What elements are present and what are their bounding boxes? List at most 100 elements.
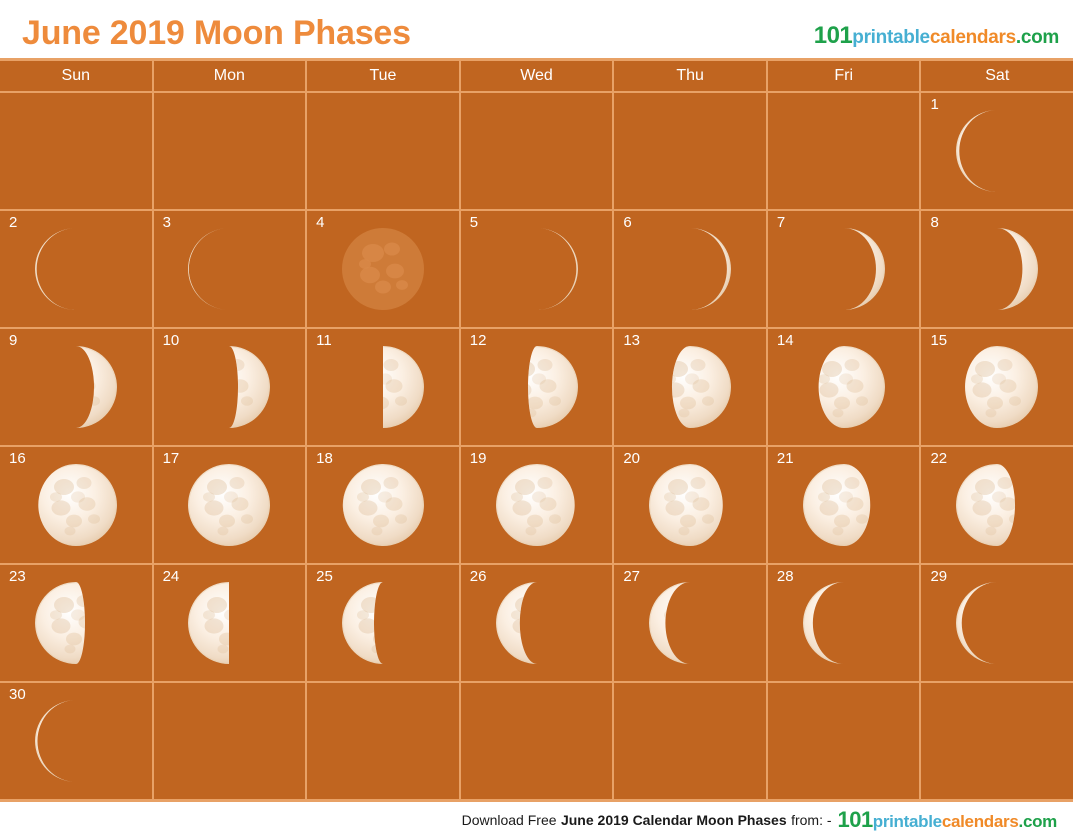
day-number: 1	[930, 96, 939, 113]
weekday-header-cell: Fri	[768, 61, 922, 91]
weekday-label-thu: Thu	[676, 67, 704, 84]
moon-phase-icon-waxing-crescent	[644, 223, 736, 315]
day-number: 4	[316, 214, 325, 231]
moon-phase-icon-last-quarter	[337, 577, 429, 669]
page-footer: Download Free June 2019 Calendar Moon Ph…	[0, 802, 1073, 838]
calendar-day-cell-empty	[0, 93, 154, 209]
moon-phase-icon-waxing-gibbous	[644, 341, 736, 433]
footer-emphasis: June 2019 Calendar Moon Phases	[560, 812, 787, 828]
weekday-header-cell: Wed	[461, 61, 615, 91]
calendar-day-cell-2[interactable]: 2	[0, 211, 154, 327]
weekday-label-fri: Fri	[834, 67, 853, 84]
calendar-day-cell-13[interactable]: 13	[614, 329, 768, 445]
day-number: 13	[623, 332, 640, 349]
day-number: 8	[930, 214, 939, 231]
day-number: 26	[469, 568, 487, 585]
calendar-day-cell-7[interactable]: 7	[768, 211, 922, 327]
day-number: 12	[469, 332, 487, 349]
weekday-header-cell: Thu	[614, 61, 768, 91]
calendar-day-cell-14[interactable]: 14	[768, 329, 922, 445]
calendar-day-cell-empty	[768, 93, 922, 209]
calendar-day-cell-1[interactable]: 1	[921, 93, 1073, 209]
moon-phase-icon-waxing-crescent	[798, 223, 890, 315]
calendar-day-cell-18[interactable]: 18	[307, 447, 461, 563]
calendar-day-cell-empty	[307, 93, 461, 209]
calendar-day-cell-10[interactable]: 10	[154, 329, 308, 445]
day-number: 7	[776, 214, 786, 231]
day-number: 27	[623, 568, 640, 585]
calendar-day-cell-23[interactable]: 23	[0, 565, 154, 681]
day-number: 30	[9, 686, 26, 703]
calendar-day-cell-5[interactable]: 5	[461, 211, 615, 327]
moon-phase-icon-waning-gibbous	[644, 459, 736, 551]
day-number: 3	[162, 214, 171, 231]
moon-phase-icon-waning-gibbous	[951, 459, 1043, 551]
page-title: June 2019 Moon Phases	[22, 14, 411, 52]
calendar-day-cell-21[interactable]: 21	[768, 447, 922, 563]
day-number: 11	[316, 332, 332, 349]
calendar-day-cell-27[interactable]: 27	[614, 565, 768, 681]
calendar-day-cell-11[interactable]: 11	[307, 329, 461, 445]
day-number: 23	[9, 568, 26, 585]
moon-phase-icon-waning-crescent	[951, 105, 1043, 197]
calendar-day-cell-8[interactable]: 8	[921, 211, 1073, 327]
day-number: 15	[930, 332, 948, 349]
moon-phase-icon-first-quarter	[337, 341, 429, 433]
brand-printable: printable	[852, 27, 930, 48]
brand-logo[interactable]: 101 printable calendars .com	[814, 24, 1060, 54]
calendar-day-cell-20[interactable]: 20	[614, 447, 768, 563]
calendar-weeks: 1 2 3 4 5 6 7 8 9 10 11 12 13 14 15 16 17 18 19 20 21 22 23 24 2…	[0, 93, 1073, 802]
calendar-week-row: 9 10 11 12 13 14 15	[0, 329, 1073, 447]
calendar-day-cell-6[interactable]: 6	[614, 211, 768, 327]
calendar-day-cell-19[interactable]: 19	[461, 447, 615, 563]
calendar-day-cell-29[interactable]: 29	[921, 565, 1073, 681]
calendar-week-row: 1	[0, 93, 1073, 211]
moon-phase-icon-last-quarter	[183, 577, 275, 669]
footer-suffix: from: -	[791, 812, 832, 828]
moon-phase-icon-waxing-crescent	[491, 223, 583, 315]
moon-phase-icon-waxing-gibbous	[951, 341, 1043, 433]
moon-phase-icon-waning-crescent	[30, 223, 122, 315]
day-number: 21	[776, 450, 794, 467]
calendar-day-cell-22[interactable]: 22	[921, 447, 1073, 563]
calendar-day-cell-empty	[307, 683, 461, 799]
calendar-day-cell-9[interactable]: 9	[0, 329, 154, 445]
footer-brand-logo[interactable]: 101 printable calendars .com	[837, 807, 1058, 832]
calendar-week-row: 23 24 25 26 27 28 29	[0, 565, 1073, 683]
moon-phase-icon-waning-crescent	[798, 577, 890, 669]
footer-brand-101: 101	[837, 807, 874, 832]
moon-phase-icon-waning-crescent	[30, 695, 122, 787]
moon-phase-icon-waxing-crescent	[951, 223, 1043, 315]
footer-brand-printable: printable	[872, 812, 942, 831]
day-number: 25	[316, 568, 333, 585]
moon-phase-icon-waxing-crescent	[30, 341, 122, 433]
weekday-label-wed: Wed	[520, 67, 553, 84]
calendar-day-cell-24[interactable]: 24	[154, 565, 308, 681]
moon-phase-icon-full-moon	[183, 459, 275, 551]
day-number: 10	[162, 332, 180, 349]
calendar-week-row: 30	[0, 683, 1073, 802]
weekday-label-sat: Sat	[985, 67, 1010, 84]
day-number: 9	[9, 332, 18, 349]
moon-phase-icon-waning-gibbous	[30, 577, 122, 669]
calendar-day-cell-25[interactable]: 25	[307, 565, 461, 681]
calendar-day-cell-15[interactable]: 15	[921, 329, 1073, 445]
moon-phase-icon-waning-crescent	[491, 577, 583, 669]
calendar-week-row: 16 17 18 19 20 21 22	[0, 447, 1073, 565]
calendar-day-cell-28[interactable]: 28	[768, 565, 922, 681]
footer-brand-dotcom: .com	[1018, 812, 1058, 831]
calendar-day-cell-17[interactable]: 17	[154, 447, 308, 563]
moon-phase-icon-full-moon	[337, 459, 429, 551]
moon-phase-icon-waning-gibbous	[798, 459, 890, 551]
calendar-day-cell-26[interactable]: 26	[461, 565, 615, 681]
calendar-day-cell-empty	[614, 93, 768, 209]
calendar-day-cell-3[interactable]: 3	[154, 211, 308, 327]
moon-phase-icon-first-quarter	[183, 341, 275, 433]
calendar-day-cell-30[interactable]: 30	[0, 683, 154, 799]
calendar-day-cell-4[interactable]: 4	[307, 211, 461, 327]
calendar-day-cell-16[interactable]: 16	[0, 447, 154, 563]
moon-phase-icon-waxing-gibbous	[491, 341, 583, 433]
calendar-day-cell-12[interactable]: 12	[461, 329, 615, 445]
moon-phase-icon-waxing-gibbous	[798, 341, 890, 433]
moon-phase-calendar-page: June 2019 Moon Phases 101 printable calend…	[0, 0, 1073, 838]
